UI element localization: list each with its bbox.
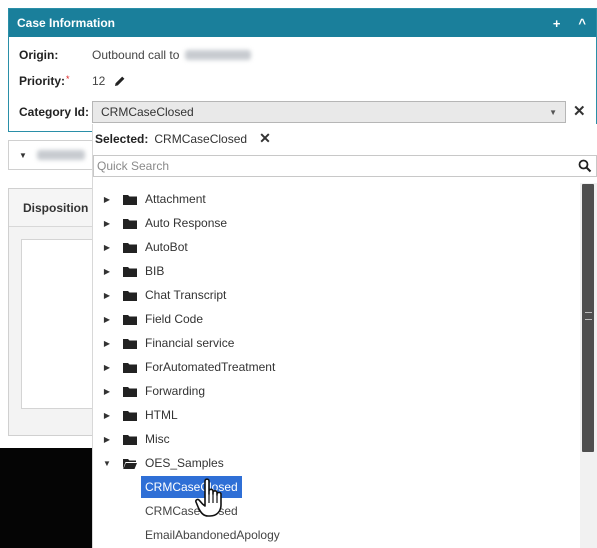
selected-row: Selected: CRMCaseClosed ✕ [95, 130, 271, 147]
panel-header: Case Information + ^ [9, 9, 596, 37]
tree-folder[interactable]: ▶ HTML [93, 404, 178, 426]
disposition-area [21, 239, 95, 409]
priority-value: 12 [92, 74, 106, 88]
search-icon[interactable] [578, 159, 592, 173]
caret-right-icon[interactable]: ▶ [97, 339, 117, 348]
folder-icon [123, 266, 137, 277]
quick-search-input[interactable]: Quick Search [93, 155, 597, 177]
tab-disposition[interactable]: Disposition [9, 189, 93, 227]
tree-folder-label: BIB [145, 264, 165, 278]
remove-selection-icon[interactable]: ✕ [259, 130, 271, 147]
selected-value: CRMCaseClosed [154, 131, 248, 146]
tree-leaf[interactable]: EmailAbandonedApology [141, 524, 284, 546]
caret-right-icon[interactable]: ▶ [97, 387, 117, 396]
folder-icon [123, 338, 137, 349]
tree-folder-label: HTML [145, 408, 178, 422]
caret-right-icon[interactable]: ▶ [97, 267, 117, 276]
required-marker: * [66, 74, 70, 84]
tree-folder[interactable]: ▶ Auto Response [93, 212, 227, 234]
caret-down-icon: ▼ [549, 107, 557, 117]
origin-value: Outbound call to [92, 48, 180, 62]
folder-icon [123, 314, 137, 325]
tree-folder-label: OES_Samples [145, 456, 224, 470]
tree-folder-label: Field Code [145, 312, 204, 326]
caret-down-icon[interactable]: ▼ [97, 459, 117, 468]
folder-icon [123, 386, 137, 397]
category-select-value: CRMCaseClosed [101, 105, 194, 119]
tree-folder[interactable]: ▶ Forwarding [93, 380, 205, 402]
tree-folder-label: AutoBot [145, 240, 188, 254]
tree-folder-label: Chat Transcript [145, 288, 227, 302]
origin-label: Origin: [19, 48, 59, 62]
quick-search-placeholder: Quick Search [97, 159, 170, 173]
caret-right-icon[interactable]: ▶ [97, 411, 117, 420]
redacted-phone [185, 50, 252, 60]
panel-title: Case Information [17, 16, 116, 30]
collapsed-section[interactable]: ▼ [8, 140, 94, 170]
tree-folder[interactable]: ▶ Financial service [93, 332, 234, 354]
hand-cursor-icon [195, 478, 222, 517]
folder-icon [123, 194, 137, 205]
folder-icon [123, 434, 137, 445]
selected-label: Selected: [95, 131, 149, 146]
tree-folder-label: Financial service [145, 336, 235, 350]
scrollbar-grip [585, 312, 592, 320]
tree-folder-label: Forwarding [145, 384, 206, 398]
tree-folder-label: ForAutomatedTreatment [145, 360, 276, 374]
tree-folder-label: Attachment [145, 192, 206, 206]
folder-icon [123, 218, 137, 229]
caret-right-icon[interactable]: ▶ [97, 243, 117, 252]
caret-right-icon[interactable]: ▶ [97, 363, 117, 372]
priority-label: Priority: [19, 74, 66, 88]
tree-folder[interactable]: ▶ AutoBot [93, 236, 188, 258]
origin-row: Origin: Outbound call to [19, 48, 252, 62]
collapse-icon[interactable]: ^ [578, 16, 586, 31]
category-label: Category Id: [19, 105, 90, 119]
tree-folder[interactable]: ▶ Attachment [93, 188, 206, 210]
caret-right-icon[interactable]: ▶ [97, 195, 117, 204]
category-row: Category Id: [19, 105, 89, 119]
tree-folder[interactable]: ▼ OES_Samples [93, 452, 224, 474]
caret-right-icon[interactable]: ▶ [97, 219, 117, 228]
priority-row: Priority: * 12 [19, 74, 126, 88]
tree-folder-label: Misc [145, 432, 170, 446]
dark-area [0, 448, 94, 548]
folder-icon [123, 290, 137, 301]
folder-icon [123, 242, 137, 253]
folder-icon [123, 362, 137, 373]
disposition-panel: Disposition [8, 188, 95, 436]
tree-folder[interactable]: ▶ Chat Transcript [93, 284, 226, 306]
caret-right-icon[interactable]: ▶ [97, 315, 117, 324]
clear-category-icon[interactable]: ✕ [573, 104, 586, 120]
tree-folder-label: Auto Response [145, 216, 228, 230]
caret-down-icon: ▼ [19, 150, 27, 160]
add-icon[interactable]: + [553, 16, 561, 31]
edit-pencil-icon[interactable] [114, 75, 126, 87]
tree-folder[interactable]: ▶ ForAutomatedTreatment [93, 356, 275, 378]
caret-right-icon[interactable]: ▶ [97, 435, 117, 444]
redacted-text [36, 150, 85, 160]
tree-folder[interactable]: ▶ Misc [93, 428, 170, 450]
folder-open-icon [123, 458, 137, 469]
tree-folder[interactable]: ▶ Field Code [93, 308, 203, 330]
category-dropdown: Selected: CRMCaseClosed ✕ Quick Search ▶… [92, 124, 597, 548]
caret-right-icon[interactable]: ▶ [97, 291, 117, 300]
tree-folder[interactable]: ▶ BIB [93, 260, 164, 282]
category-select[interactable]: CRMCaseClosed ▼ [92, 101, 566, 123]
folder-icon [123, 410, 137, 421]
